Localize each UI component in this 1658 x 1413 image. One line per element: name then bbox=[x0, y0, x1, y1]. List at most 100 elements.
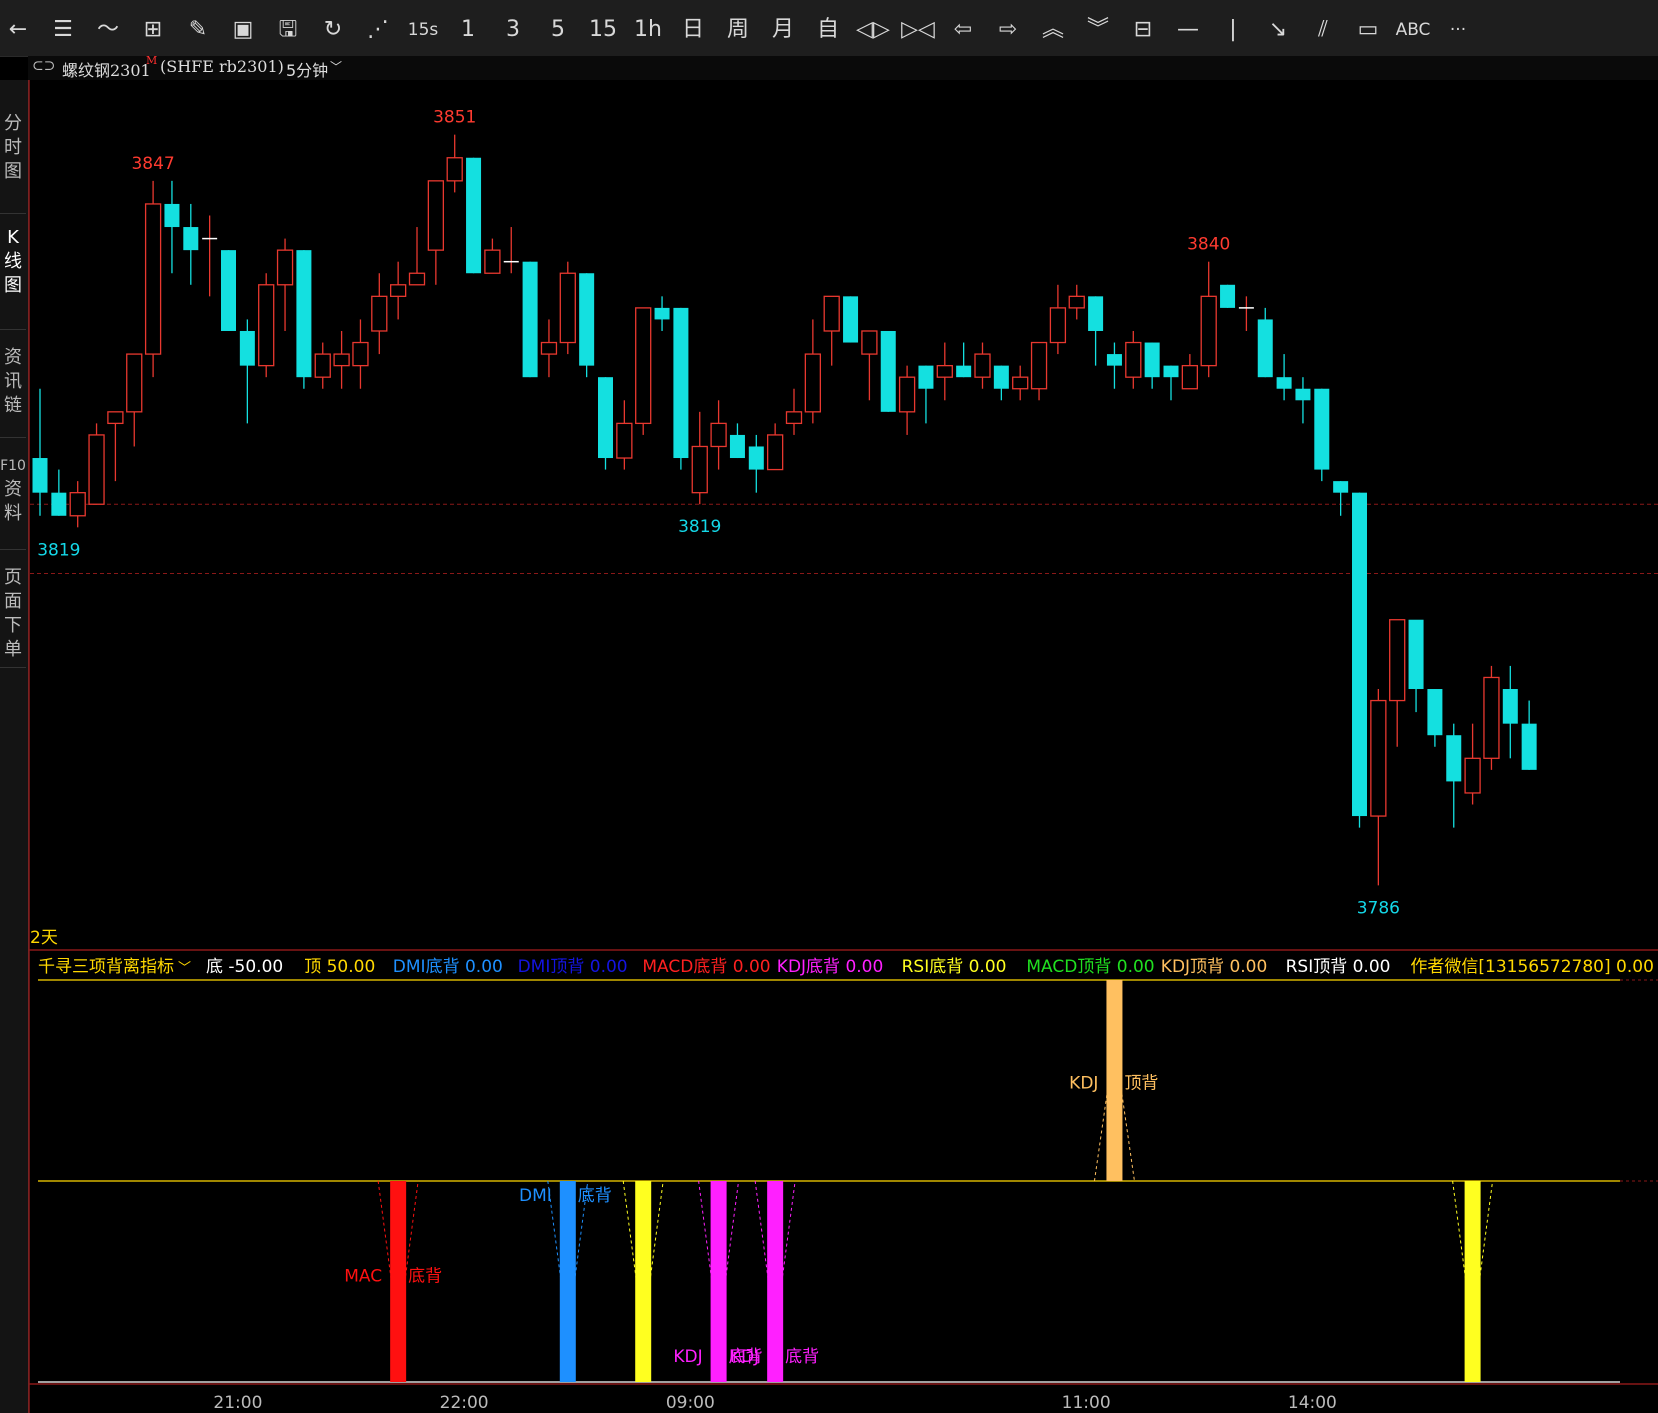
candle-body bbox=[352, 341, 369, 367]
candle bbox=[861, 330, 878, 401]
candle-body bbox=[51, 492, 67, 516]
rect-icon[interactable]: ▭ bbox=[1346, 0, 1390, 56]
candle-body bbox=[371, 295, 388, 332]
price-chart[interactable]: 3819 3847 3851 3819 3840 3786 2天 21:00 22:00 09:0… bbox=[0, 0, 1658, 1413]
layout-icon[interactable]: ⊟ bbox=[1121, 0, 1165, 56]
link-icon[interactable]: ⊂⊃ bbox=[32, 58, 55, 74]
candle-body bbox=[1163, 365, 1179, 378]
arrow-up-icon[interactable]: ︽ bbox=[1031, 0, 1075, 56]
save-icon[interactable]: 🖫 bbox=[266, 0, 310, 56]
candle-body bbox=[1314, 388, 1330, 470]
signal-label-right: 底背 bbox=[578, 1186, 612, 1206]
period-day-button[interactable]: 日 bbox=[671, 0, 715, 56]
candle bbox=[1295, 377, 1311, 424]
candle bbox=[654, 296, 670, 331]
range-label: 2天 bbox=[30, 928, 58, 948]
chevron-down-icon[interactable]: ﹀ bbox=[330, 58, 342, 75]
back-icon[interactable]: ← bbox=[0, 0, 40, 56]
legend-item: DMI顶背 0.00 bbox=[518, 957, 628, 977]
candle-body bbox=[691, 445, 708, 494]
text-tool-icon[interactable]: ABC bbox=[1391, 0, 1435, 56]
candle bbox=[918, 365, 934, 424]
candle-body bbox=[956, 365, 972, 378]
period-selector[interactable]: 5分钟 bbox=[286, 57, 328, 81]
expand-icon[interactable]: ◁▷ bbox=[851, 0, 895, 56]
candle-body bbox=[1030, 341, 1048, 390]
candle bbox=[956, 342, 972, 378]
candle bbox=[1106, 342, 1122, 389]
candle bbox=[1049, 284, 1067, 355]
candle-body bbox=[164, 203, 180, 228]
signal-outline bbox=[1452, 1180, 1494, 1303]
legend-item: 底 -50.00 bbox=[206, 957, 283, 977]
arrow-right-icon[interactable]: ⇨ bbox=[986, 0, 1030, 56]
hline-icon[interactable]: — bbox=[1166, 0, 1210, 56]
sidebar-tab-1[interactable]: K线图 bbox=[0, 218, 26, 330]
period-3m-button[interactable]: 3 bbox=[491, 0, 535, 56]
candle bbox=[898, 365, 916, 435]
candle bbox=[144, 180, 162, 378]
candle bbox=[239, 319, 255, 424]
candle-body bbox=[559, 272, 576, 344]
candle-body bbox=[767, 434, 784, 471]
candle bbox=[333, 330, 350, 389]
sidebar-tab-4[interactable]: 页面下单 bbox=[0, 558, 26, 668]
edit-chart-icon[interactable]: ✎ bbox=[176, 0, 220, 56]
candle-body bbox=[107, 411, 124, 425]
period-1m-button[interactable]: 1 bbox=[446, 0, 490, 56]
arrow-left-icon[interactable]: ⇦ bbox=[941, 0, 985, 56]
trend-icon[interactable]: ⋰ bbox=[356, 0, 400, 56]
candle bbox=[51, 469, 67, 516]
candle-body bbox=[408, 272, 426, 286]
candle-body bbox=[579, 273, 595, 366]
more-icon[interactable]: ··· bbox=[1436, 0, 1480, 56]
divergence-signal: KDJ 底背 bbox=[730, 1180, 819, 1382]
vline-icon[interactable]: | bbox=[1211, 0, 1255, 56]
signal-label-right: 底背 bbox=[729, 1347, 763, 1367]
period-5m-button[interactable]: 5 bbox=[536, 0, 580, 56]
line-chart-icon[interactable]: 〜 bbox=[86, 0, 130, 56]
candle-body bbox=[522, 261, 538, 378]
x-tick-label: 14:00 bbox=[1288, 1393, 1337, 1413]
arrow-down-icon[interactable]: ︾ bbox=[1076, 0, 1120, 56]
candle bbox=[1257, 307, 1273, 378]
candle bbox=[1464, 723, 1481, 805]
candle bbox=[843, 296, 859, 343]
sidebar-tab-3[interactable]: F10 资料 bbox=[0, 446, 26, 550]
period-custom-button[interactable]: 自 bbox=[806, 0, 850, 56]
sidebar: 分时图 K 线图资讯链 F10 资料页面下单 bbox=[0, 80, 29, 1413]
candle bbox=[1446, 723, 1462, 828]
sidebar-tab-2[interactable]: 资讯链 bbox=[0, 338, 26, 438]
divergence-signal: RSI底背 bbox=[1452, 1180, 1494, 1382]
sidebar-tab-0[interactable]: 分时图 bbox=[0, 104, 26, 214]
chevron-down-icon: ﹀ bbox=[178, 961, 191, 976]
candle bbox=[126, 353, 143, 447]
shrink-icon[interactable]: ▷◁ bbox=[896, 0, 940, 56]
main-contract-marker: M bbox=[146, 54, 158, 67]
signal-bar bbox=[635, 1181, 652, 1382]
candle-body bbox=[1502, 689, 1518, 724]
ray-icon[interactable]: ↘ bbox=[1256, 0, 1300, 56]
candle-body bbox=[710, 422, 727, 448]
candle-body bbox=[748, 446, 764, 470]
list-icon[interactable]: ☰ bbox=[41, 0, 85, 56]
signal-label-right: 顶背 bbox=[1124, 1074, 1158, 1094]
candle bbox=[1389, 619, 1406, 747]
channel-icon[interactable]: ⫽ bbox=[1301, 0, 1345, 56]
candle-body bbox=[1181, 364, 1198, 390]
period-week-button[interactable]: 周 bbox=[716, 0, 760, 56]
candle-body bbox=[880, 330, 896, 412]
period-15s-button[interactable]: 15s bbox=[401, 0, 445, 56]
candle-body bbox=[276, 249, 294, 286]
candle-body bbox=[1106, 354, 1122, 366]
kline-icon[interactable]: ⊞ bbox=[131, 0, 175, 56]
period-15m-button[interactable]: 15 bbox=[581, 0, 625, 56]
candle-body bbox=[1068, 295, 1085, 309]
period-month-button[interactable]: 月 bbox=[761, 0, 805, 56]
export-icon[interactable]: ▣ bbox=[221, 0, 265, 56]
signal-outline bbox=[377, 1180, 419, 1303]
refresh-icon[interactable]: ↻ bbox=[311, 0, 355, 56]
candle-body bbox=[654, 307, 670, 320]
period-1h-button[interactable]: 1h bbox=[626, 0, 670, 56]
candle bbox=[1370, 689, 1387, 886]
